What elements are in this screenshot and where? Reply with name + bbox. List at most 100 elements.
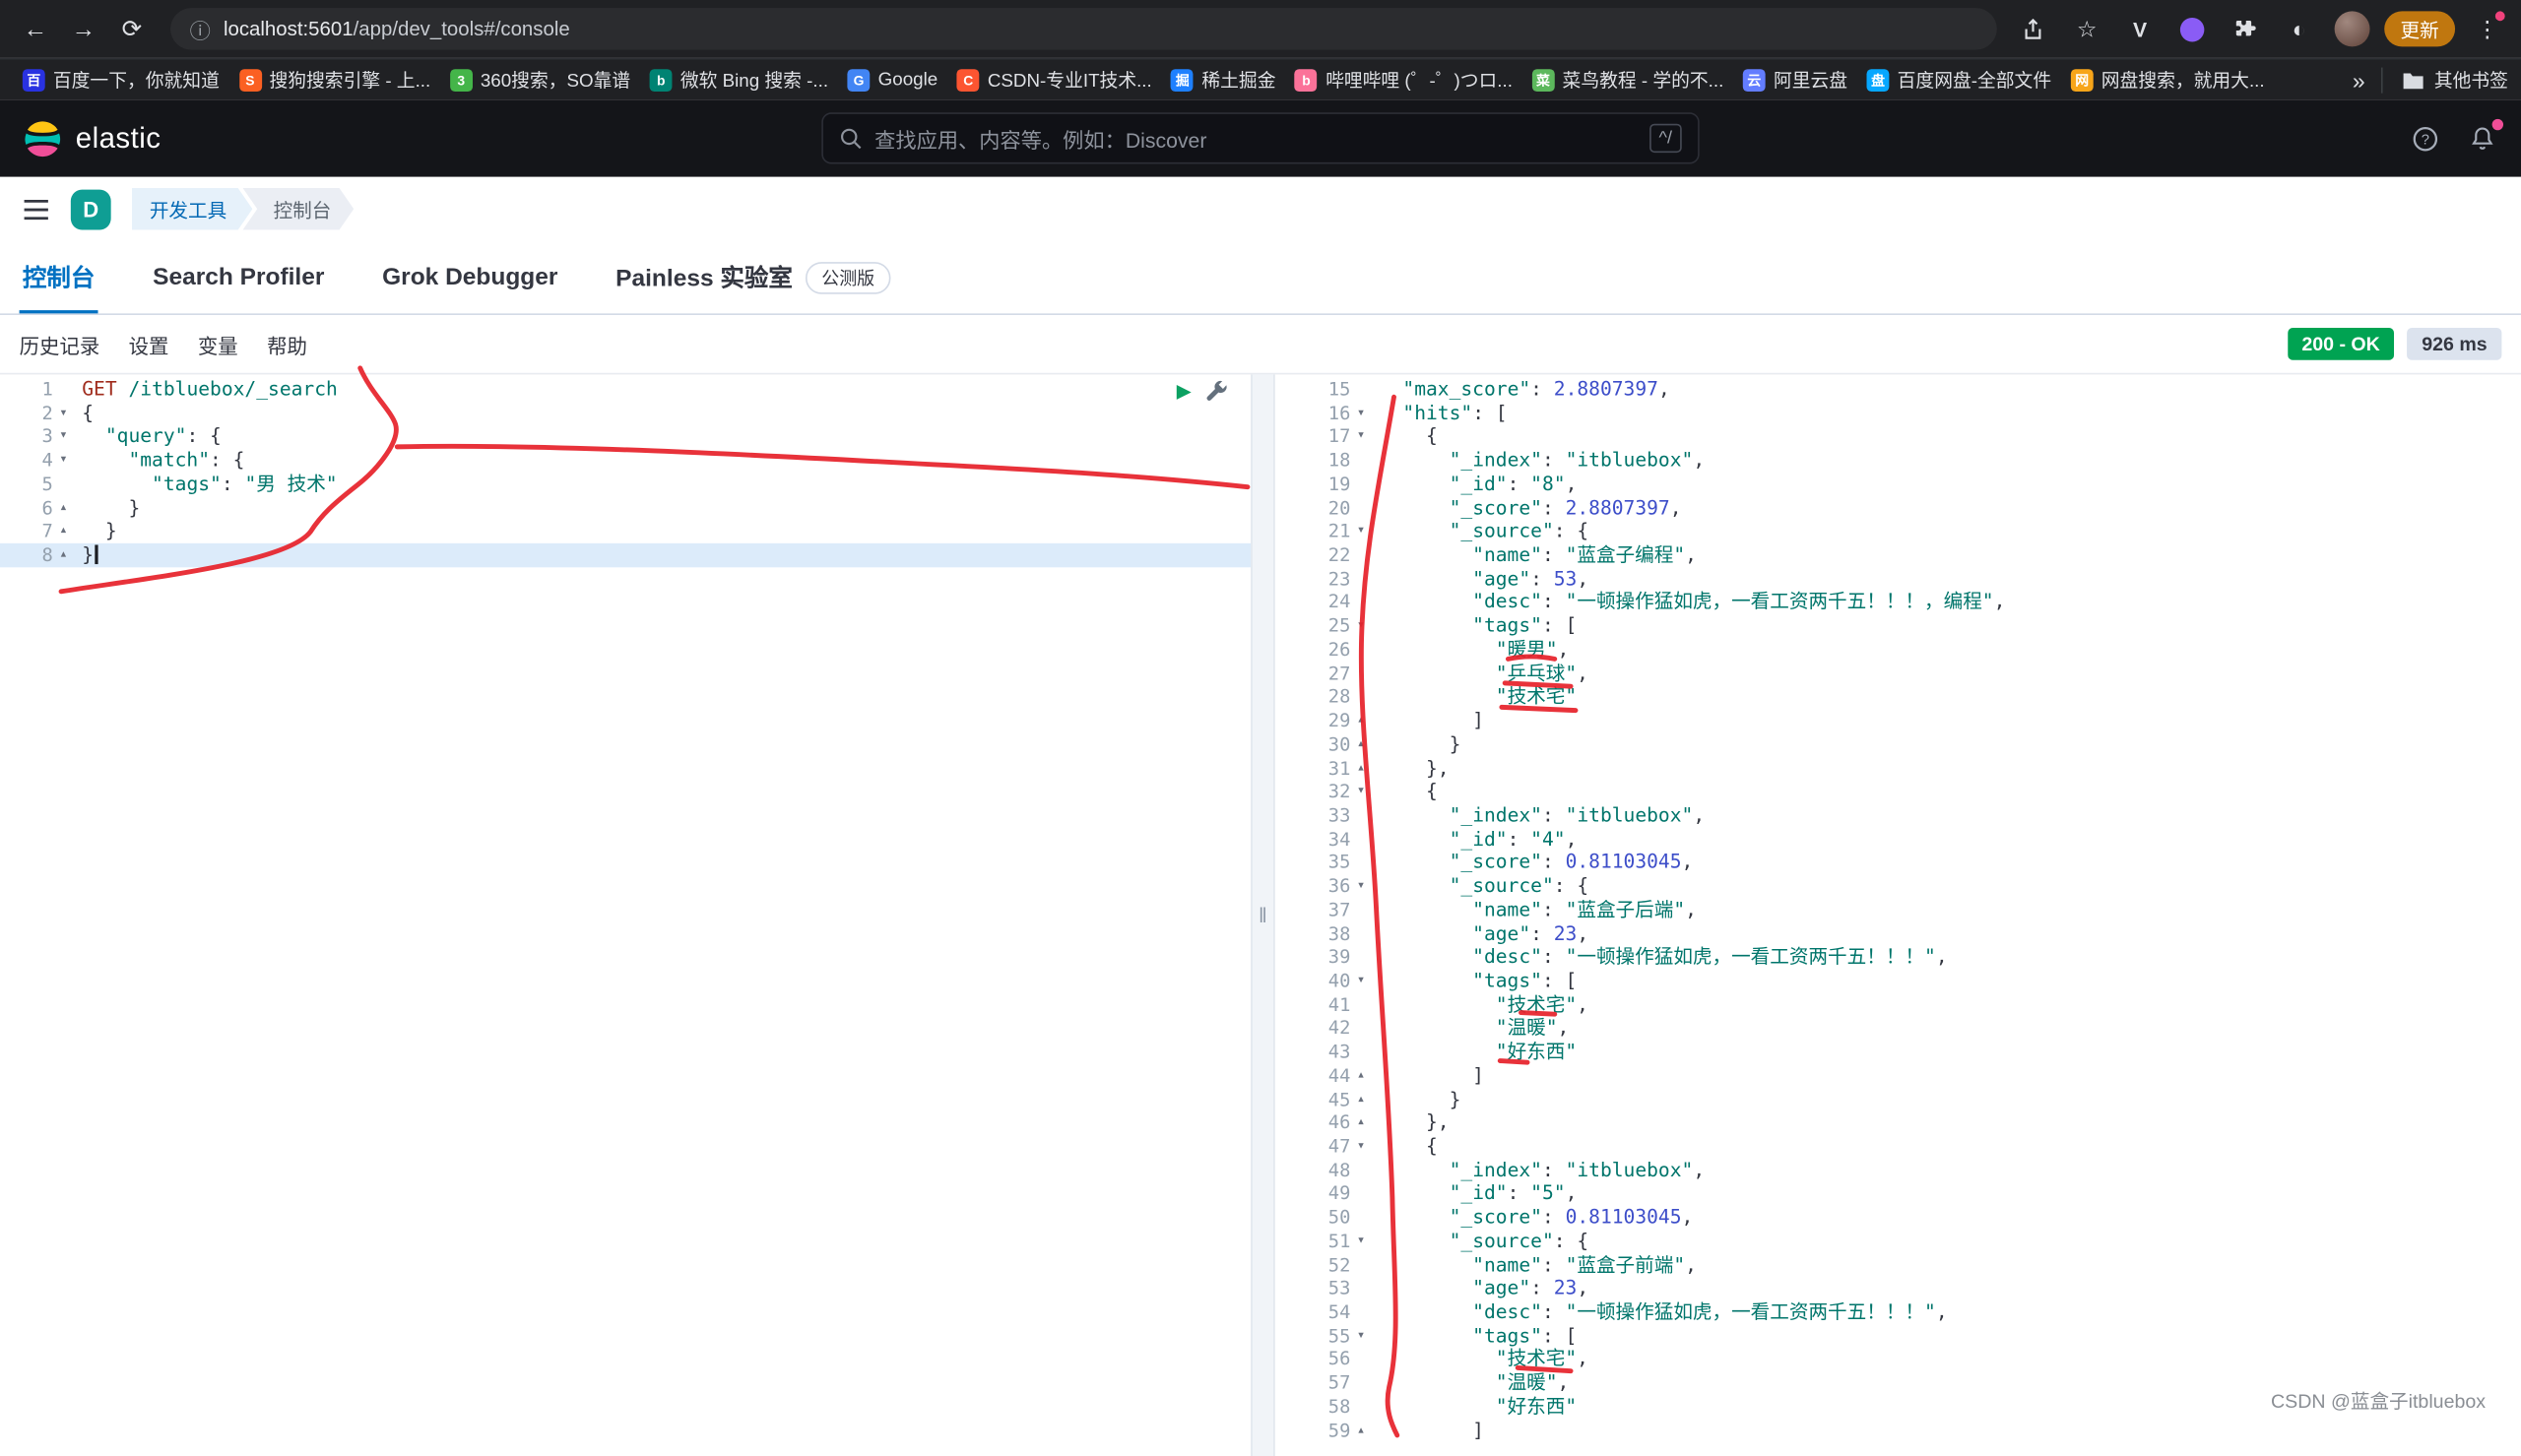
bookmark-item[interactable]: G Google	[838, 62, 947, 97]
code-line[interactable]: 4 ▾ "match": {	[0, 449, 1251, 473]
profile-button[interactable]	[2331, 8, 2372, 49]
bookmarks-overflow-chevron[interactable]: »	[2353, 67, 2365, 93]
code-line[interactable]: 35 "_score": 0.81103045,	[1275, 851, 2521, 874]
fold-toggle-icon[interactable]: ▾	[1350, 1230, 1371, 1253]
code-line[interactable]: 33 "_index": "itbluebox",	[1275, 803, 2521, 827]
code-line[interactable]: 32 ▾ {	[1275, 780, 2521, 803]
code-line[interactable]: 24 "desc": "一顿操作猛如虎，一看工资两千五！！！，编程",	[1275, 591, 2521, 614]
fold-toggle-icon[interactable]: ▴	[1350, 732, 1371, 756]
code-line[interactable]: 38 "age": 23,	[1275, 921, 2521, 945]
code-line[interactable]: 3 ▾ "query": {	[0, 425, 1251, 449]
code-line[interactable]: 46 ▴ },	[1275, 1111, 2521, 1135]
code-line[interactable]: 42 "温暖",	[1275, 1016, 2521, 1040]
fold-toggle-icon[interactable]: ▾	[1350, 780, 1371, 803]
fold-toggle-icon[interactable]: ▴	[53, 496, 74, 520]
code-line[interactable]: 8 ▴}	[0, 542, 1252, 567]
code-line[interactable]: 27 "乒乓球",	[1275, 662, 2521, 685]
menu-history[interactable]: 历史记录	[20, 329, 100, 359]
request-editor[interactable]: 1 GET /itbluebox/_search 2 ▾{3 ▾ "query": {4…	[0, 374, 1252, 1456]
code-line[interactable]: 54 "desc": "一顿操作猛如虎，一看工资两千五！！！",	[1275, 1300, 2521, 1324]
nav-menu-button[interactable]	[23, 197, 50, 221]
fold-toggle-icon[interactable]: ▾	[1350, 614, 1371, 638]
menu-help[interactable]: 帮助	[267, 329, 307, 359]
code-line[interactable]: 55 ▾ "tags": [	[1275, 1324, 2521, 1348]
newsfeed-button[interactable]	[2466, 118, 2504, 155]
code-line[interactable]: 43 "好东西"	[1275, 1041, 2521, 1064]
fold-toggle-icon[interactable]: ▾	[1350, 402, 1371, 425]
code-line[interactable]: 56 "技术宅",	[1275, 1348, 2521, 1371]
code-line[interactable]: 30 ▴ }	[1275, 732, 2521, 756]
code-line[interactable]: 39 "desc": "一顿操作猛如虎，一看工资两千五！！！",	[1275, 945, 2521, 969]
bookmark-item[interactable]: 掘稀土掘金	[1162, 62, 1286, 97]
code-line[interactable]: 47 ▾ {	[1275, 1135, 2521, 1159]
site-info-icon[interactable]: ⓘ	[190, 14, 211, 44]
fold-toggle-icon[interactable]: ▴	[1350, 756, 1371, 780]
code-line[interactable]: 53 "age": 23,	[1275, 1277, 2521, 1300]
fold-toggle-icon[interactable]: ▾	[1350, 1135, 1371, 1159]
code-line[interactable]: 49 "_id": "5",	[1275, 1182, 2521, 1206]
fold-toggle-icon[interactable]: ▴	[1350, 1064, 1371, 1088]
code-line[interactable]: 15 "max_score": 2.8807397,	[1275, 378, 2521, 402]
tab-grok-debugger[interactable]: Grok Debugger	[379, 241, 561, 313]
bookmark-star-button[interactable]: ☆	[2066, 8, 2107, 49]
elastic-brand[interactable]: elastic	[0, 118, 161, 158]
code-line[interactable]: 2 ▾ {	[0, 402, 1251, 425]
code-line[interactable]: 18 "_index": "itbluebox",	[1275, 449, 2521, 473]
theme-toggle-button[interactable]: ◐	[2278, 8, 2319, 49]
browser-menu-button[interactable]: ⋮	[2466, 8, 2507, 49]
share-button[interactable]	[2013, 8, 2054, 49]
fold-toggle-icon[interactable]: ▾	[53, 402, 74, 425]
send-request-button[interactable]: ▶	[1177, 381, 1192, 401]
extensions-button[interactable]	[2226, 8, 2267, 49]
global-search-input[interactable]: 查找应用、内容等。例如：Discover ^/	[821, 112, 1700, 164]
back-button[interactable]: ←	[13, 7, 58, 52]
fold-toggle-icon[interactable]: ▾	[1350, 520, 1371, 543]
code-line[interactable]: 28 "技术宅"	[1275, 685, 2521, 709]
code-line[interactable]: 48 "_index": "itbluebox",	[1275, 1159, 2521, 1182]
menu-variables[interactable]: 变量	[198, 329, 238, 359]
fold-toggle-icon[interactable]: ▾	[1350, 969, 1371, 992]
bookmark-item[interactable]: 3 360搜索，SO靠谱	[440, 62, 640, 97]
fold-toggle-icon[interactable]: ▴	[1350, 709, 1371, 732]
response-viewer[interactable]: 15 "max_score": 2.8807397, 16 ▾ "hits": [1…	[1275, 374, 2521, 1456]
help-button[interactable]: ?	[2409, 122, 2441, 155]
bookmark-item[interactable]: S 搜狗搜索引擎 - 上...	[229, 62, 440, 97]
code-line[interactable]: 25 ▾ "tags": [	[1275, 614, 2521, 638]
space-avatar[interactable]: D	[70, 188, 111, 229]
fold-toggle-icon[interactable]: ▾	[1350, 425, 1371, 449]
bookmark-item[interactable]: 菜菜鸟教程 - 学的不...	[1522, 62, 1733, 97]
panel-splitter[interactable]: ‖	[1251, 374, 1275, 1456]
code-line[interactable]: 50 "_score": 0.81103045,	[1275, 1206, 2521, 1230]
tab-painless-lab[interactable]: Painless 实验室 公测版	[613, 241, 894, 313]
bookmark-item[interactable]: C CSDN-专业IT技术...	[947, 62, 1162, 97]
menu-settings[interactable]: 设置	[129, 329, 169, 359]
code-line[interactable]: 36 ▾ "_source": {	[1275, 874, 2521, 898]
bookmark-item[interactable]: b 哔哩哔哩 (゜-゜)つロ...	[1285, 62, 1521, 97]
fold-toggle-icon[interactable]: ▾	[53, 449, 74, 473]
fold-toggle-icon[interactable]: ▾	[53, 425, 74, 449]
code-line[interactable]: 17 ▾ {	[1275, 425, 2521, 449]
bookmark-item[interactable]: 百百度一下，你就知道	[13, 62, 229, 97]
code-line[interactable]: 23 "age": 53,	[1275, 567, 2521, 591]
bookmark-item[interactable]: b 微软 Bing 搜索 -...	[640, 62, 838, 97]
code-line[interactable]: 31 ▴ },	[1275, 756, 2521, 780]
fold-toggle-icon[interactable]: ▴	[1350, 1111, 1371, 1135]
code-line[interactable]: 41 "技术宅",	[1275, 992, 2521, 1016]
code-line[interactable]: 5 "tags": "男 技术"	[0, 473, 1251, 496]
fold-toggle-icon[interactable]: ▴	[53, 543, 74, 567]
code-line[interactable]: 52 "name": "蓝盒子前端",	[1275, 1253, 2521, 1277]
breadcrumb-dev-tools[interactable]: 开发工具	[132, 188, 252, 229]
tab-console[interactable]: 控制台	[20, 241, 98, 313]
bookmark-item[interactable]: 盘百度网盘-全部文件	[1857, 62, 2061, 97]
code-line[interactable]: 7 ▴ }	[0, 520, 1251, 543]
code-line[interactable]: 59 ▴ ]	[1275, 1419, 2521, 1442]
code-line[interactable]: 6 ▴ }	[0, 496, 1251, 520]
code-line[interactable]: 16 ▾ "hits": [	[1275, 402, 2521, 425]
code-line[interactable]: 29 ▴ ]	[1275, 709, 2521, 732]
code-line[interactable]: 34 "_id": "4",	[1275, 827, 2521, 851]
address-bar[interactable]: ⓘ localhost:5601/app/dev_tools#/console	[170, 8, 1997, 50]
code-line[interactable]: 44 ▴ ]	[1275, 1064, 2521, 1088]
code-line[interactable]: 22 "name": "蓝盒子编程",	[1275, 543, 2521, 567]
fold-toggle-icon[interactable]: ▾	[1350, 874, 1371, 898]
code-line[interactable]: 40 ▾ "tags": [	[1275, 969, 2521, 992]
